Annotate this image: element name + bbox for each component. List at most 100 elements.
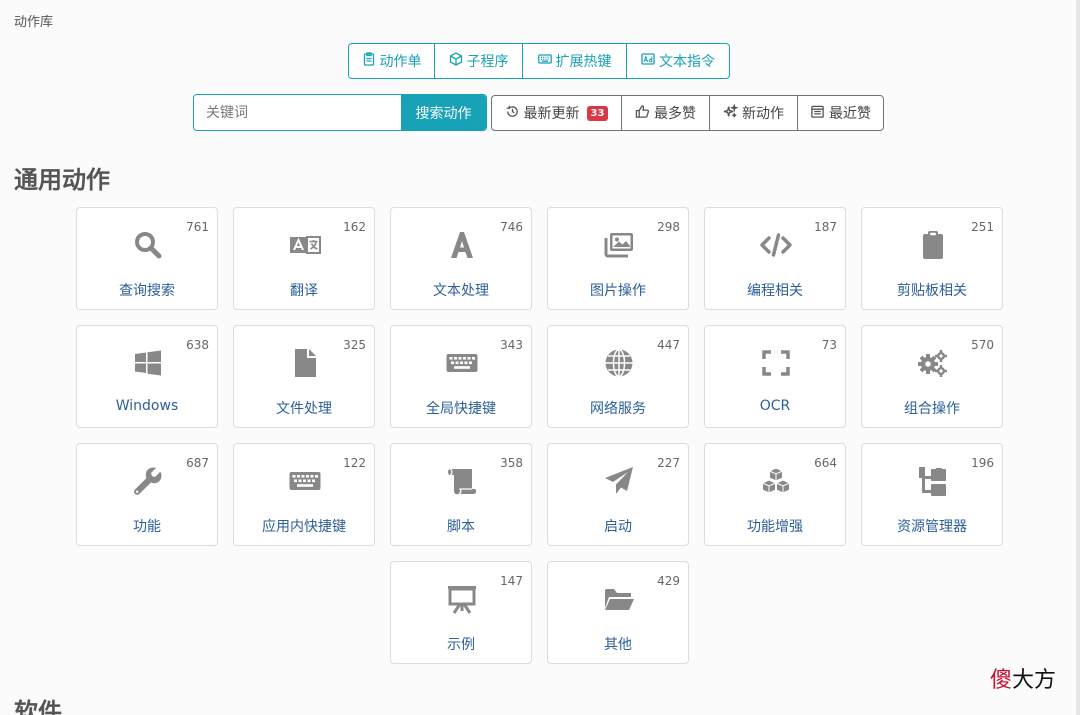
tab-label: 扩展热键: [555, 54, 612, 70]
category-card-windows[interactable]: 638 Windows: [76, 325, 218, 428]
card-count: 343: [500, 338, 523, 352]
images-icon: [603, 229, 635, 261]
card-label: 脚本: [447, 519, 475, 535]
category-card-file[interactable]: 325 文件处理: [233, 325, 375, 428]
sort-new-actions-button[interactable]: 新动作: [709, 96, 797, 130]
card-label: 剪贴板相关: [897, 283, 967, 299]
wrench-icon: [132, 465, 164, 497]
tab-hotkey[interactable]: 扩展热键: [522, 44, 626, 78]
update-count-badge: 33: [586, 105, 609, 121]
card-label: OCR: [759, 398, 791, 414]
expand-icon: [760, 347, 792, 379]
section-title-general: 通用动作: [14, 166, 110, 194]
globe-icon: [603, 347, 635, 379]
cube-icon: [449, 52, 463, 70]
font-icon: [446, 229, 478, 261]
file-icon: [289, 347, 321, 379]
card-count: 122: [343, 456, 366, 470]
search-group: 搜索动作: [193, 94, 487, 131]
category-card-app-hotkey[interactable]: 122 应用内快捷键: [233, 443, 375, 546]
category-card-images[interactable]: 298 图片操作: [547, 207, 689, 310]
sort-label: 新动作: [742, 106, 784, 122]
sitemap-icon: [917, 465, 949, 497]
card-count: 687: [186, 456, 209, 470]
card-label: 示例: [447, 637, 475, 653]
card-label: 组合操作: [904, 401, 960, 417]
cubes-icon: [760, 465, 792, 497]
watermark-text: 大方: [1012, 668, 1057, 693]
category-card-script[interactable]: 358 脚本: [390, 443, 532, 546]
card-count: 251: [971, 220, 994, 234]
category-card-combo[interactable]: 570 组合操作: [861, 325, 1003, 428]
sort-most-liked-button[interactable]: 最多赞: [621, 96, 709, 130]
tab-label: 动作单: [379, 54, 422, 70]
scroll-icon: [446, 465, 478, 497]
card-label: 查询搜索: [119, 283, 175, 299]
tab-label: 子程序: [466, 54, 509, 70]
card-label: 启动: [604, 519, 632, 535]
tab-action-list[interactable]: 动作单: [349, 44, 434, 78]
card-count: 570: [971, 338, 994, 352]
category-card-search[interactable]: 761 查询搜索: [76, 207, 218, 310]
presentation-icon: [446, 583, 478, 615]
sort-recently-liked-button[interactable]: 最近赞: [797, 96, 883, 130]
keyboard-icon: [446, 347, 478, 379]
tab-subroutine[interactable]: 子程序: [434, 44, 522, 78]
card-label: 翻译: [290, 283, 318, 299]
search-input[interactable]: [194, 95, 401, 130]
paper-plane-icon: [603, 465, 635, 497]
card-label: 其他: [604, 637, 632, 653]
card-label: 功能: [133, 519, 161, 535]
card-label: 资源管理器: [897, 519, 967, 535]
category-card-translate[interactable]: 162 翻译: [233, 207, 375, 310]
tab-text-command[interactable]: 文本指令: [626, 44, 729, 78]
card-count: 761: [186, 220, 209, 234]
card-label: 功能增强: [747, 519, 803, 535]
category-card-other[interactable]: 429 其他: [547, 561, 689, 664]
search-button[interactable]: 搜索动作: [401, 95, 486, 130]
card-count: 196: [971, 456, 994, 470]
card-count: 746: [500, 220, 523, 234]
calendar-icon: [810, 104, 825, 123]
category-card-text[interactable]: 746 文本处理: [390, 207, 532, 310]
card-count: 187: [814, 220, 837, 234]
card-count: 147: [500, 574, 523, 588]
category-card-ocr[interactable]: 73 OCR: [704, 325, 846, 428]
watermark-char: 傻: [990, 668, 1013, 693]
category-card-clipboard[interactable]: 251 剪贴板相关: [861, 207, 1003, 310]
card-label: Windows: [115, 398, 179, 414]
category-card-enhance[interactable]: 664 功能增强: [704, 443, 846, 546]
card-label: 应用内快捷键: [262, 519, 346, 535]
sort-label: 最新更新: [523, 106, 580, 122]
card-label: 全局快捷键: [426, 401, 496, 417]
history-icon: [505, 104, 520, 123]
card-count: 358: [500, 456, 523, 470]
search-icon: [132, 229, 164, 261]
section-title-software: 软件: [14, 698, 62, 715]
card-label: 编程相关: [747, 283, 803, 299]
sort-latest-update-button[interactable]: 最新更新 33: [492, 96, 621, 130]
ad-text-icon: [641, 52, 655, 70]
card-count: 664: [814, 456, 837, 470]
category-card-global-hotkey[interactable]: 343 全局快捷键: [390, 325, 532, 428]
clipboard-icon: [917, 229, 949, 261]
card-count: 73: [821, 338, 837, 352]
folder-open-icon: [603, 583, 635, 615]
clipboard-icon: [362, 52, 376, 70]
sparkle-icon: [723, 102, 739, 123]
card-count: 227: [657, 456, 680, 470]
card-label: 图片操作: [590, 283, 646, 299]
category-card-code[interactable]: 187 编程相关: [704, 207, 846, 310]
category-card-function[interactable]: 687 功能: [76, 443, 218, 546]
sort-group: 最新更新 33 最多赞 新动作 最近赞: [491, 95, 884, 131]
translate-icon: [289, 229, 321, 261]
top-tab-group: 动作单 子程序 扩展热键 文本指令: [348, 43, 730, 79]
cogs-icon: [917, 347, 949, 379]
card-label: 网络服务: [590, 401, 646, 417]
keyboard-icon: [289, 465, 321, 497]
sort-label: 最近赞: [829, 106, 871, 122]
category-card-launch[interactable]: 227 启动: [547, 443, 689, 546]
category-card-explorer[interactable]: 196 资源管理器: [861, 443, 1003, 546]
category-card-example[interactable]: 147 示例: [390, 561, 532, 664]
category-card-network[interactable]: 447 网络服务: [547, 325, 689, 428]
